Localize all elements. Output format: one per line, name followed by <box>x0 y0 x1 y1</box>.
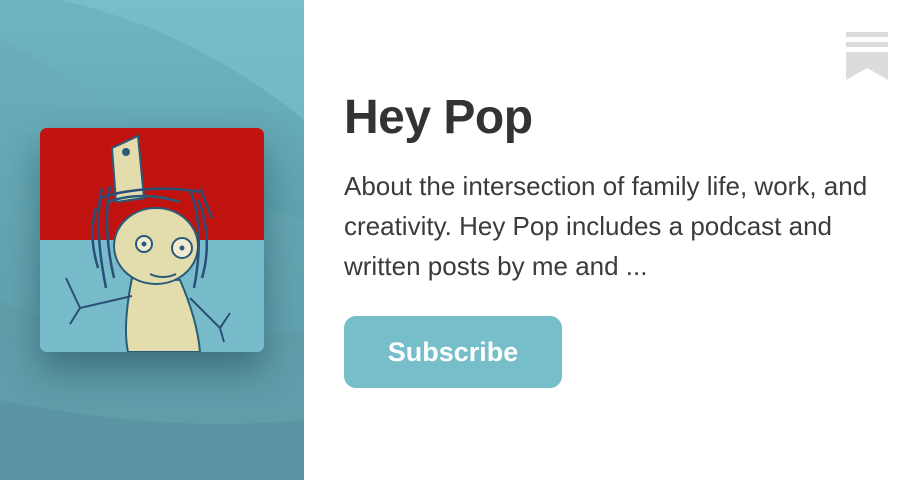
left-panel <box>0 0 304 480</box>
podcast-cover-art[interactable] <box>40 128 264 352</box>
subscribe-button[interactable]: Subscribe <box>344 316 562 388</box>
cover-illustration <box>40 128 264 352</box>
publication-title: Hey Pop <box>344 91 533 144</box>
right-panel: Hey Pop About the intersection of family… <box>304 0 920 480</box>
bookmark-icon[interactable] <box>846 32 888 80</box>
publication-description: About the intersection of family life, w… <box>344 171 868 281</box>
